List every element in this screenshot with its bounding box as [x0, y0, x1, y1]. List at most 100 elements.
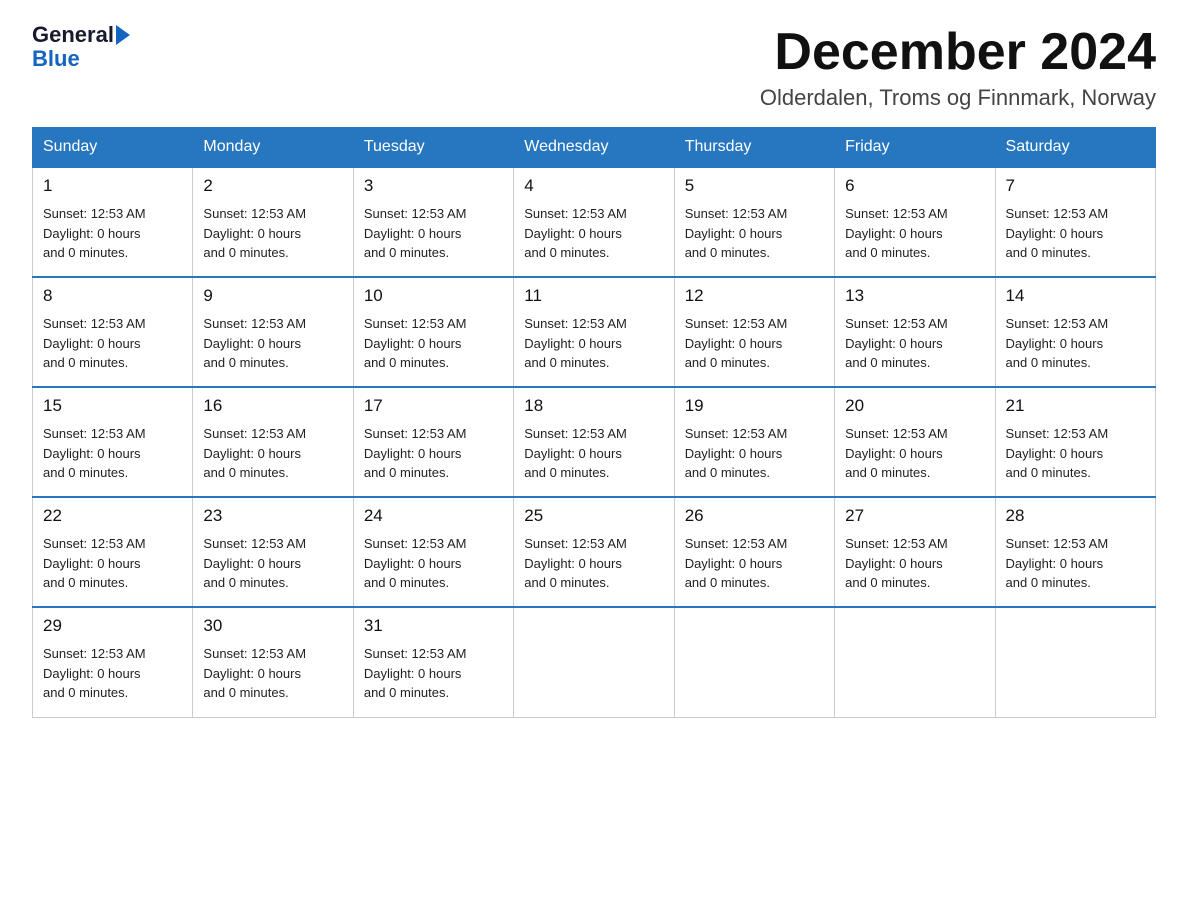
- logo-triangle-icon: [116, 25, 130, 45]
- day-info: Sunset: 12:53 AMDaylight: 0 hoursand 0 m…: [685, 424, 824, 483]
- calendar-cell: [514, 607, 674, 717]
- calendar-cell: 14 Sunset: 12:53 AMDaylight: 0 hoursand 0…: [995, 277, 1155, 387]
- day-number: 5: [685, 176, 824, 196]
- day-number: 28: [1006, 506, 1145, 526]
- calendar-cell: [835, 607, 995, 717]
- month-title: December 2024: [760, 24, 1156, 81]
- day-info: Sunset: 12:53 AMDaylight: 0 hoursand 0 m…: [845, 424, 984, 483]
- calendar-cell: 16Sunset: 12:53 AMDaylight: 0 hoursand 0…: [193, 387, 353, 497]
- calendar-table: Sunday Monday Tuesday Wednesday Thursday…: [32, 127, 1156, 718]
- day-info: Sunset: 12:53 AMDaylight: 0 hoursand 0 m…: [43, 424, 182, 483]
- calendar-cell: 5Sunset: 12:53 AMDaylight: 0 hoursand 0 …: [674, 167, 834, 277]
- day-number: 21: [1006, 396, 1145, 416]
- day-number: 13: [845, 286, 984, 306]
- calendar-cell: 7 Sunset: 12:53 AMDaylight: 0 hoursand 0 …: [995, 167, 1155, 277]
- calendar-cell: [674, 607, 834, 717]
- calendar-cell: 19 Sunset: 12:53 AMDaylight: 0 hoursand 0…: [674, 387, 834, 497]
- day-info: Sunset: 12:53 AMDaylight: 0 hoursand 0 m…: [203, 204, 342, 263]
- day-info: Sunset: 12:53 AMDaylight: 0 hoursand 0 m…: [685, 314, 824, 373]
- day-number: 25: [524, 506, 663, 526]
- calendar-cell: 22Sunset: 12:53 AMDaylight: 0 hoursand 0…: [33, 497, 193, 607]
- header-tuesday: Tuesday: [353, 128, 513, 168]
- day-info: Sunset: 12:53 AMDaylight: 0 hoursand 0 m…: [524, 314, 663, 373]
- title-area: December 2024 Olderdalen, Troms og Finnm…: [760, 24, 1156, 111]
- weekday-header-row: Sunday Monday Tuesday Wednesday Thursday…: [33, 128, 1156, 168]
- calendar-cell: 9Sunset: 12:53 AMDaylight: 0 hoursand 0 …: [193, 277, 353, 387]
- day-number: 27: [845, 506, 984, 526]
- day-number: 23: [203, 506, 342, 526]
- header-saturday: Saturday: [995, 128, 1155, 168]
- calendar-cell: 20 Sunset: 12:53 AMDaylight: 0 hoursand 0…: [835, 387, 995, 497]
- day-info: Sunset: 12:53 AMDaylight: 0 hoursand 0 m…: [1006, 534, 1145, 593]
- day-number: 24: [364, 506, 503, 526]
- day-info: Sunset: 12:53 AMDaylight: 0 hoursand 0 m…: [524, 424, 663, 483]
- calendar-cell: 30 Sunset: 12:53 AMDaylight: 0 hoursand 0…: [193, 607, 353, 717]
- calendar-cell: 27 Sunset: 12:53 AMDaylight: 0 hoursand 0…: [835, 497, 995, 607]
- day-number: 30: [203, 616, 342, 636]
- week-row-1: 1 Sunset: 12:53 AMDaylight: 0 hoursand 0 …: [33, 167, 1156, 277]
- day-number: 10: [364, 286, 503, 306]
- day-number: 12: [685, 286, 824, 306]
- calendar-cell: 12 Sunset: 12:53 AMDaylight: 0 hoursand 0…: [674, 277, 834, 387]
- day-info: Sunset: 12:53 AMDaylight: 0 hoursand 0 m…: [203, 644, 342, 703]
- week-row-4: 22Sunset: 12:53 AMDaylight: 0 hoursand 0…: [33, 497, 1156, 607]
- calendar-cell: 18 Sunset: 12:53 AMDaylight: 0 hoursand 0…: [514, 387, 674, 497]
- day-number: 16: [203, 396, 342, 416]
- location-title: Olderdalen, Troms og Finnmark, Norway: [760, 85, 1156, 111]
- calendar-cell: 25Sunset: 12:53 AMDaylight: 0 hoursand 0…: [514, 497, 674, 607]
- day-number: 2: [203, 176, 342, 196]
- day-number: 26: [685, 506, 824, 526]
- day-info: Sunset: 12:53 AMDaylight: 0 hoursand 0 m…: [1006, 314, 1145, 373]
- day-info: Sunset: 12:53 AMDaylight: 0 hoursand 0 m…: [203, 534, 342, 593]
- day-info: Sunset: 12:53 AMDaylight: 0 hoursand 0 m…: [364, 204, 503, 263]
- day-number: 1: [43, 176, 182, 196]
- day-number: 18: [524, 396, 663, 416]
- calendar-cell: 24Sunset: 12:53 AMDaylight: 0 hoursand 0…: [353, 497, 513, 607]
- day-number: 3: [364, 176, 503, 196]
- calendar-cell: 31Sunset: 12:53 AMDaylight: 0 hoursand 0…: [353, 607, 513, 717]
- calendar-cell: 28 Sunset: 12:53 AMDaylight: 0 hoursand 0…: [995, 497, 1155, 607]
- day-info: Sunset: 12:53 AMDaylight: 0 hoursand 0 m…: [43, 534, 182, 593]
- header-friday: Friday: [835, 128, 995, 168]
- day-number: 19: [685, 396, 824, 416]
- calendar-cell: 26 Sunset: 12:53 AMDaylight: 0 hoursand 0…: [674, 497, 834, 607]
- calendar-cell: 4 Sunset: 12:53 AMDaylight: 0 hoursand 0 …: [514, 167, 674, 277]
- day-info: Sunset: 12:53 AMDaylight: 0 hoursand 0 m…: [364, 314, 503, 373]
- day-info: Sunset: 12:53 AMDaylight: 0 hoursand 0 m…: [685, 534, 824, 593]
- week-row-5: 29Sunset: 12:53 AMDaylight: 0 hoursand 0…: [33, 607, 1156, 717]
- day-number: 17: [364, 396, 503, 416]
- calendar-cell: 8 Sunset: 12:53 AMDaylight: 0 hoursand 0 …: [33, 277, 193, 387]
- calendar-cell: 10 Sunset: 12:53 AMDaylight: 0 hoursand 0…: [353, 277, 513, 387]
- calendar-cell: 13 Sunset: 12:53 AMDaylight: 0 hoursand 0…: [835, 277, 995, 387]
- day-number: 8: [43, 286, 182, 306]
- day-number: 11: [524, 286, 663, 306]
- day-number: 20: [845, 396, 984, 416]
- day-info: Sunset: 12:53 AMDaylight: 0 hoursand 0 m…: [364, 424, 503, 483]
- day-info: Sunset: 12:53 AMDaylight: 0 hoursand 0 m…: [1006, 204, 1145, 263]
- page-header: General Blue December 2024 Olderdalen, T…: [32, 24, 1156, 111]
- day-info: Sunset: 12:53 AMDaylight: 0 hoursand 0 m…: [203, 314, 342, 373]
- calendar-cell: 1 Sunset: 12:53 AMDaylight: 0 hoursand 0 …: [33, 167, 193, 277]
- calendar-cell: 17 Sunset: 12:53 AMDaylight: 0 hoursand 0…: [353, 387, 513, 497]
- calendar-cell: 2 Sunset: 12:53 AMDaylight: 0 hoursand 0 …: [193, 167, 353, 277]
- calendar-cell: 21Sunset: 12:53 AMDaylight: 0 hoursand 0…: [995, 387, 1155, 497]
- week-row-2: 8 Sunset: 12:53 AMDaylight: 0 hoursand 0 …: [33, 277, 1156, 387]
- calendar-cell: 29Sunset: 12:53 AMDaylight: 0 hoursand 0…: [33, 607, 193, 717]
- day-info: Sunset: 12:53 AMDaylight: 0 hoursand 0 m…: [43, 204, 182, 263]
- logo-general: General: [32, 24, 114, 46]
- calendar-cell: 6 Sunset: 12:53 AMDaylight: 0 hoursand 0 …: [835, 167, 995, 277]
- calendar-cell: 3 Sunset: 12:53 AMDaylight: 0 hoursand 0 …: [353, 167, 513, 277]
- day-number: 4: [524, 176, 663, 196]
- day-number: 15: [43, 396, 182, 416]
- calendar-cell: 11 Sunset: 12:53 AMDaylight: 0 hoursand 0…: [514, 277, 674, 387]
- logo: General Blue: [32, 24, 130, 72]
- day-info: Sunset: 12:53 AMDaylight: 0 hoursand 0 m…: [845, 204, 984, 263]
- day-info: Sunset: 12:53 AMDaylight: 0 hoursand 0 m…: [845, 314, 984, 373]
- calendar-cell: 15 Sunset: 12:53 AMDaylight: 0 hoursand 0…: [33, 387, 193, 497]
- day-info: Sunset: 12:53 AMDaylight: 0 hoursand 0 m…: [43, 314, 182, 373]
- day-info: Sunset: 12:53 AMDaylight: 0 hoursand 0 m…: [845, 534, 984, 593]
- day-number: 14: [1006, 286, 1145, 306]
- day-info: Sunset: 12:53 AMDaylight: 0 hoursand 0 m…: [524, 204, 663, 263]
- day-number: 7: [1006, 176, 1145, 196]
- day-number: 6: [845, 176, 984, 196]
